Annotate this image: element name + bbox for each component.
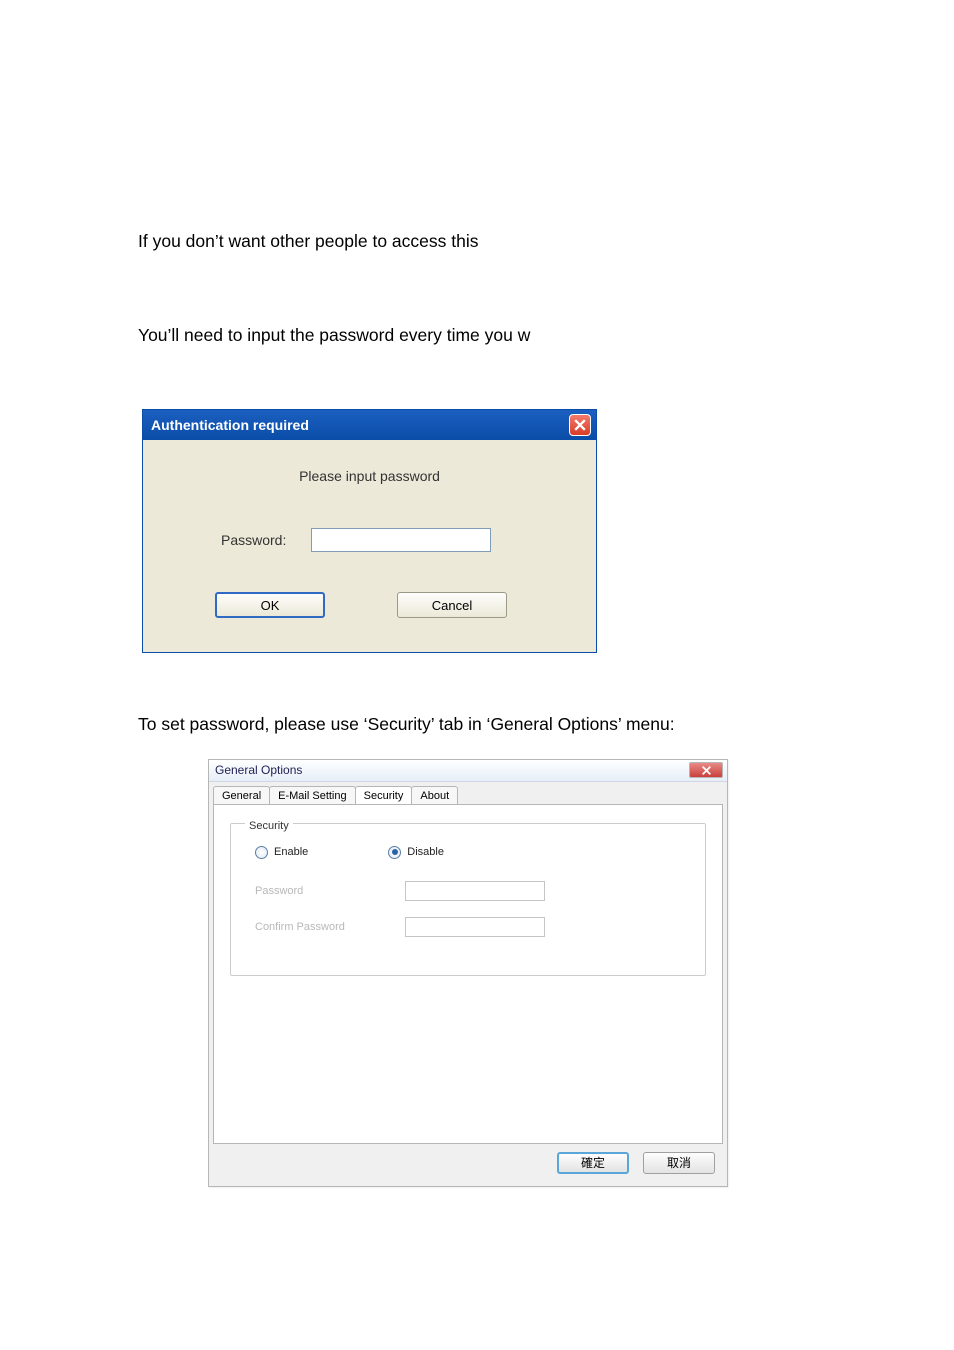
close-icon (701, 765, 712, 776)
tab-general[interactable]: General (213, 786, 270, 804)
security-enable-radio-row: Enable Disable (255, 846, 691, 859)
ok-button[interactable]: 確定 (557, 1152, 629, 1174)
radio-enable[interactable]: Enable (255, 846, 308, 859)
tab-strip: General E-Mail Setting Security About (209, 782, 727, 804)
auth-title: Authentication required (151, 417, 309, 433)
general-options-dialog: General Options General E-Mail Setting S… (208, 759, 728, 1187)
password-input[interactable] (405, 881, 545, 901)
auth-body: Please input password Password: OK Cance… (143, 440, 596, 652)
security-fieldset: Security Enable Disable Password (230, 823, 706, 976)
password-row: Password: (161, 528, 578, 552)
radio-disable-label: Disable (407, 846, 444, 858)
cancel-button[interactable]: 取消 (643, 1152, 715, 1174)
general-options-title: General Options (215, 763, 302, 777)
radio-icon (388, 846, 401, 859)
confirm-password-label: Confirm Password (255, 921, 405, 933)
intro-text-2: You’ll need to input the password every … (138, 324, 954, 348)
confirm-password-row: Confirm Password (255, 917, 691, 937)
security-panel: Security Enable Disable Password (213, 804, 723, 1144)
tab-security[interactable]: Security (355, 786, 413, 804)
general-options-footer: 確定 取消 (209, 1152, 727, 1186)
auth-instruction: Please input password (161, 468, 578, 484)
general-options-titlebar: General Options (209, 760, 727, 782)
tab-email-setting[interactable]: E-Mail Setting (269, 786, 355, 804)
ok-button[interactable]: OK (215, 592, 325, 618)
close-button[interactable] (689, 762, 723, 778)
radio-enable-label: Enable (274, 846, 308, 858)
radio-disable[interactable]: Disable (388, 846, 444, 859)
radio-icon (255, 846, 268, 859)
intro-text-3: To set password, please use ‘Security’ t… (138, 713, 954, 737)
password-label: Password (255, 885, 405, 897)
auth-titlebar: Authentication required (143, 410, 596, 440)
authentication-required-dialog: Authentication required Please input pas… (142, 409, 597, 653)
password-input[interactable] (311, 528, 491, 552)
confirm-password-input[interactable] (405, 917, 545, 937)
password-row: Password (255, 881, 691, 901)
password-label: Password: (221, 532, 311, 548)
close-button[interactable] (569, 414, 591, 436)
tab-about[interactable]: About (411, 786, 458, 804)
intro-text-1: If you don’t want other people to access… (138, 230, 954, 254)
close-icon (574, 419, 586, 431)
security-fieldset-legend: Security (245, 820, 293, 832)
cancel-button[interactable]: Cancel (397, 592, 507, 618)
